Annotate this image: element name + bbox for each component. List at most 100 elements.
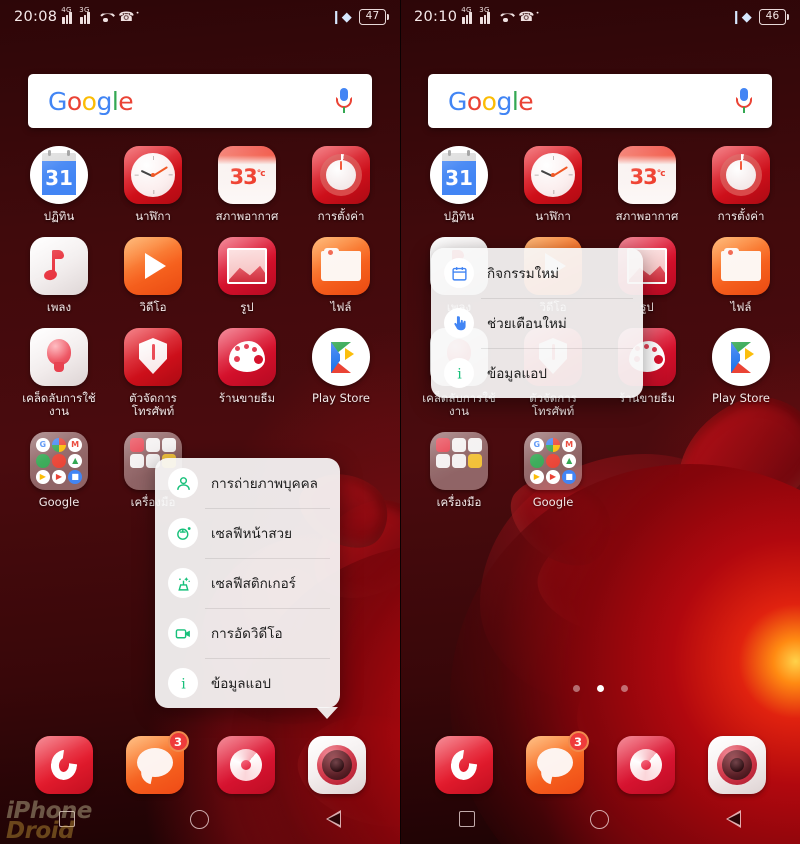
recents-square-icon[interactable] (447, 799, 487, 839)
app-label: สภาพอากาศ (215, 209, 279, 223)
folder-icon: G M ▲ ▶ ▶ ■ (30, 432, 88, 490)
signal-4g-icon: 4G (61, 6, 75, 24)
folder-tools[interactable]: เครื่องมือ (412, 432, 506, 509)
dock-browser[interactable] (216, 736, 275, 794)
app-calendar[interactable]: 31 ปฏิทิน (412, 146, 506, 223)
popup-item-app-info[interactable]: i ข้อมูลแอป (431, 348, 643, 398)
dock-camera[interactable] (707, 736, 766, 794)
app-clock[interactable]: นาฬิกา (506, 146, 600, 223)
app-label: วิดีโอ (139, 300, 167, 314)
video-record-icon (168, 618, 198, 648)
back-triangle-icon[interactable] (713, 799, 753, 839)
app-info-icon: i (444, 358, 474, 388)
app-settings[interactable]: การตั้งค่า (694, 146, 788, 223)
popup-item-new-event[interactable]: กิจกรรมใหม่ (431, 248, 643, 298)
dock-messages[interactable]: 3 (125, 731, 189, 794)
popup-item-label: ข้อมูลแอป (487, 366, 547, 382)
theme-store-icon (218, 328, 276, 386)
video-icon (124, 237, 182, 295)
messages-badge: 3 (567, 731, 589, 752)
popup-item-new-reminder[interactable]: ช่วยเตือนใหม่ (431, 298, 643, 348)
dock-messages[interactable]: 3 (525, 731, 589, 794)
folder-icon (430, 432, 488, 490)
popup-item-label: การถ่ายภาพบุคคล (211, 476, 318, 492)
app-theme-store[interactable]: ร้านขายธีม (200, 328, 294, 418)
app-calendar[interactable]: 31 ปฏิทิน (12, 146, 106, 223)
folder-google[interactable]: G M ▲ ▶ ▶ ■ Google (506, 432, 600, 509)
app-photos[interactable]: รูป (200, 237, 294, 314)
photos-icon (218, 237, 276, 295)
popup-item-selfie-sticker[interactable]: เซลฟีสติกเกอร์ (155, 558, 340, 608)
folder-label: Google (532, 495, 574, 509)
app-weather[interactable]: 33°c สภาพอากาศ (200, 146, 294, 223)
app-play-store[interactable]: Play Store (694, 328, 788, 418)
settings-icon (712, 146, 770, 204)
back-triangle-icon[interactable] (313, 799, 353, 839)
panel-divider (400, 0, 401, 844)
popup-item-beauty-selfie[interactable]: เซลฟีหน้าสวย (155, 508, 340, 558)
popup-tail (316, 707, 338, 719)
dock-left: 3 (0, 731, 400, 794)
folder-label: Google (38, 495, 80, 509)
app-music[interactable]: เพลง (12, 237, 106, 314)
camera-shortcut-popup: การถ่ายภาพบุคคล เซลฟีหน้าสวย เซลฟีสติกเก… (155, 458, 340, 719)
popup-item-label: เซลฟีสติกเกอร์ (211, 576, 296, 592)
phone-panel-left: 20:08 4G 3G ☎ • ❙◆ 47 Google 31 ปฏิทิน น… (0, 0, 400, 844)
calendar-icon: 31 (30, 146, 88, 204)
page-dot[interactable] (572, 685, 580, 692)
dock-phone[interactable] (34, 736, 93, 794)
home-circle-icon[interactable] (580, 799, 620, 839)
app-video[interactable]: วิดีโอ (106, 237, 200, 314)
google-search-bar[interactable]: Google (428, 74, 772, 128)
selfie-sticker-icon (168, 568, 198, 598)
new-reminder-hand-icon (444, 308, 474, 338)
app-files[interactable]: ไฟล์ (294, 237, 388, 314)
microphone-icon[interactable] (336, 88, 352, 114)
popup-item-label: เซลฟีหน้าสวย (211, 526, 293, 542)
page-dot[interactable] (620, 685, 628, 692)
navigation-bar-right (400, 794, 800, 844)
app-phone-manager[interactable]: ตัวจัดการโทรศัพท์ (106, 328, 200, 418)
microphone-icon[interactable] (736, 88, 752, 114)
dock-right: 3 (400, 731, 800, 794)
music-icon (30, 237, 88, 295)
app-clock[interactable]: นาฬิกา (106, 146, 200, 223)
dock-phone[interactable] (434, 736, 493, 794)
google-logo: Google (448, 86, 534, 116)
beauty-selfie-icon (168, 518, 198, 548)
page-indicator-dots[interactable] (400, 685, 800, 692)
status-bar-right: 20:10 4G 3G ☎ • ❙◆ 46 (400, 0, 800, 34)
app-settings[interactable]: การตั้งค่า (294, 146, 388, 223)
google-search-bar[interactable]: Google (28, 74, 372, 128)
play-store-icon (712, 328, 770, 386)
watermark-line2: Droid (6, 818, 75, 844)
page-dot-active[interactable] (596, 685, 604, 692)
calendar-icon: 31 (430, 146, 488, 204)
browser-icon (616, 736, 675, 794)
app-tips[interactable]: เคล็ดลับการใช้งาน (12, 328, 106, 418)
camera-icon (307, 736, 366, 794)
phone-panel-right: 20:10 4G 3G ☎ • ❙◆ 46 Google 31 ปฏิทิน นา… (400, 0, 800, 844)
clock-icon (124, 146, 182, 204)
app-label: ปฏิทิน (43, 209, 75, 223)
popup-item-portrait[interactable]: การถ่ายภาพบุคคล (155, 458, 340, 508)
app-label: รูป (240, 300, 254, 314)
settings-icon (312, 146, 370, 204)
app-label: เคล็ดลับการใช้งาน (22, 391, 96, 418)
app-weather[interactable]: 33°c สภาพอากาศ (600, 146, 694, 223)
calendar-shortcut-popup: กิจกรรมใหม่ ช่วยเตือนใหม่ i ข้อมูลแอป (431, 248, 643, 398)
dock-browser[interactable] (616, 736, 675, 794)
popup-item-app-info[interactable]: i ข้อมูลแอป (155, 658, 340, 708)
app-info-icon: i (168, 668, 198, 698)
camera-icon (707, 736, 766, 794)
home-circle-icon[interactable] (180, 799, 220, 839)
wifi-icon (498, 11, 513, 23)
popup-item-label: ช่วยเตือนใหม่ (487, 316, 567, 332)
new-event-calendar-icon (444, 258, 474, 288)
popup-item-label: กิจกรรมใหม่ (487, 266, 560, 282)
dock-camera[interactable] (307, 736, 366, 794)
app-files[interactable]: ไฟล์ (694, 237, 788, 314)
app-play-store[interactable]: Play Store (294, 328, 388, 418)
popup-item-video-record[interactable]: การอัดวิดีโอ (155, 608, 340, 658)
folder-google[interactable]: G M ▲ ▶ ▶ ■ Google (12, 432, 106, 509)
